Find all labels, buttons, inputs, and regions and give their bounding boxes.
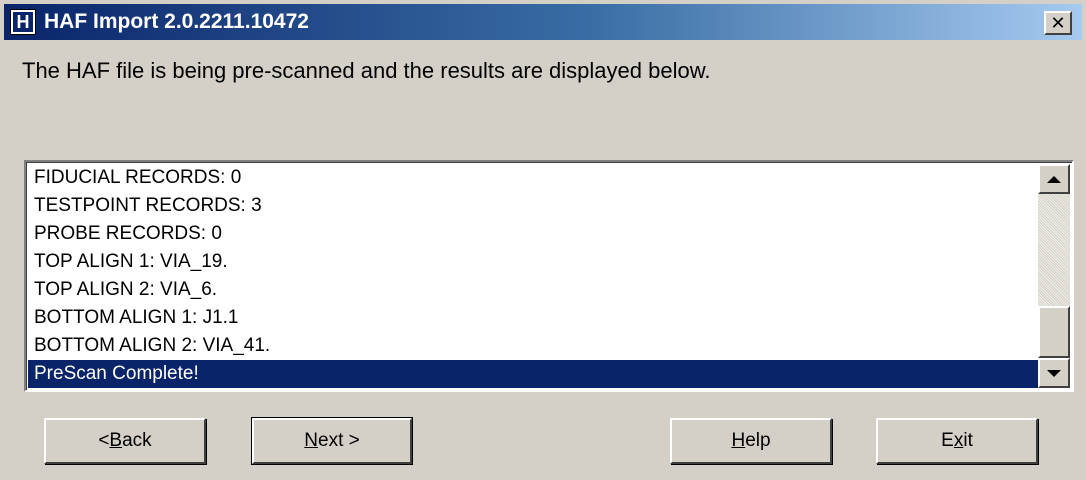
scroll-down-button[interactable] (1038, 358, 1070, 388)
results-list: FIDUCIAL RECORDS: 0 TESTPOINT RECORDS: 3… (28, 164, 1038, 388)
help-label-accel: H (731, 430, 746, 451)
next-label-accel: N (304, 430, 318, 451)
list-item[interactable]: FIDUCIAL RECORDS: 0 (28, 164, 1038, 192)
arrow-down-icon (1047, 369, 1061, 377)
back-label-pre: < (98, 430, 110, 451)
help-label-post: elp (745, 430, 771, 451)
back-button[interactable]: < Back (44, 418, 206, 464)
list-item-selected[interactable]: PreScan Complete! (28, 360, 1038, 388)
list-item[interactable]: TESTPOINT RECORDS: 3 (28, 192, 1038, 220)
window-title: HAF Import 2.0.2211.10472 (44, 10, 309, 33)
description-text: The HAF file is being pre-scanned and th… (22, 58, 711, 83)
list-item[interactable]: BOTTOM ALIGN 2: VIA_41. (28, 332, 1038, 360)
title-bar[interactable]: H HAF Import 2.0.2211.10472 ✕ (4, 4, 1082, 40)
scroll-thumb[interactable] (1038, 306, 1070, 358)
app-icon: H (10, 9, 36, 35)
list-item[interactable]: BOTTOM ALIGN 1: J1.1 (28, 304, 1038, 332)
exit-label-accel: x (953, 430, 964, 451)
app-icon-letter: H (13, 12, 33, 32)
exit-label-post: it (963, 430, 973, 451)
vertical-scrollbar[interactable] (1038, 164, 1070, 388)
exit-button[interactable]: Ex it (876, 418, 1038, 464)
arrow-up-icon (1047, 175, 1061, 183)
list-item[interactable]: TOP ALIGN 1: VIA_19. (28, 248, 1038, 276)
next-button[interactable]: Next > (251, 417, 413, 465)
exit-label-pre: E (941, 430, 954, 451)
close-button[interactable]: ✕ (1044, 11, 1072, 35)
list-item[interactable]: PROBE RECORDS: 0 (28, 220, 1038, 248)
list-item[interactable]: TOP ALIGN 2: VIA_6. (28, 276, 1038, 304)
scroll-up-button[interactable] (1038, 164, 1070, 194)
help-button[interactable]: Help (670, 418, 832, 464)
back-label-post: ack (122, 430, 152, 451)
next-label-post: ext > (318, 430, 360, 451)
close-icon: ✕ (1050, 12, 1066, 34)
haf-import-window: H HAF Import 2.0.2211.10472 ✕ The HAF fi… (0, 0, 1086, 480)
back-label-accel: B (109, 430, 123, 451)
results-listbox[interactable]: FIDUCIAL RECORDS: 0 TESTPOINT RECORDS: 3… (24, 160, 1074, 392)
